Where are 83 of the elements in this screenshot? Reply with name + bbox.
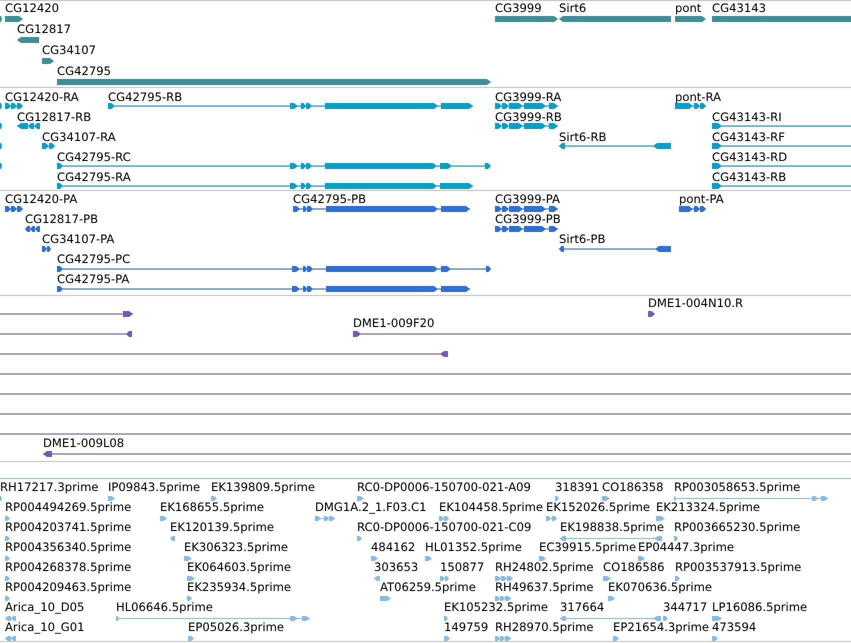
est-name: EP21654.3prime — [613, 621, 710, 634]
est-name: RP004494269.5prime — [5, 501, 132, 514]
est-name: 150877 — [440, 561, 484, 574]
est-name: 484162 — [371, 541, 416, 554]
gene-name: CG42795 — [57, 65, 111, 78]
est-name: RH28970.5prime — [495, 621, 594, 634]
est-name: RP003537913.5prime — [675, 561, 802, 574]
est-name: EK213324.5prime — [656, 501, 760, 514]
est-name: EK104458.5prime — [439, 501, 544, 514]
clone-name: DME1-009L08 — [43, 437, 124, 450]
transcript-name: pont-RA — [675, 91, 722, 104]
est-name: EK064603.5prime — [187, 561, 292, 574]
gene-name: CG12817 — [17, 23, 71, 36]
est-name: 473594 — [712, 621, 756, 634]
est-name: EP05026.3prime — [188, 621, 284, 634]
est-name: 317664 — [560, 601, 604, 614]
est-name: HL01352.5prime — [425, 541, 522, 554]
protein-name: CG12817-PB — [25, 213, 98, 226]
est-name: Arica_10_G01 — [5, 621, 84, 634]
transcript-name: Sirt6-RB — [559, 131, 606, 144]
est-name: HL06646.5prime — [116, 601, 213, 614]
est-name: Arica_10_D05 — [5, 601, 84, 614]
est-name: 303653 — [374, 561, 418, 574]
est-name: RH49637.5prime — [495, 581, 594, 594]
est-name: EK139809.5prime — [211, 481, 316, 494]
est-name: RP004268378.5prime — [5, 561, 132, 574]
est-name: EK105232.5prime — [444, 601, 548, 614]
est-name: RP003058653.5prime — [674, 481, 800, 494]
clone-name: DME1-004N10.R — [648, 297, 744, 310]
transcript-name: CG43143-RB — [712, 171, 786, 184]
gene-name: Sirt6 — [559, 2, 586, 15]
gene-name: CG3999 — [495, 2, 542, 15]
est-name: CO186358 — [602, 481, 664, 494]
transcript-name: CG42795-RA — [57, 171, 131, 184]
protein-name: CG34107-PA — [42, 233, 114, 246]
est-name: EK198838.5prime — [560, 521, 664, 534]
est-name: RH24802.5prime — [495, 561, 594, 574]
est-name: EP04447.3prime — [638, 541, 734, 554]
gene-name: CG12420 — [5, 2, 59, 15]
est-name: DMG1A.2_1.F03.C1 — [315, 501, 427, 514]
transcript-name: CG43143-RF — [712, 131, 785, 144]
est-name: RH17217.3prime — [0, 481, 98, 494]
protein-name: CG42795-PA — [57, 273, 130, 286]
transcript-name: CG42795-RB — [108, 91, 182, 104]
est-name: RP004203741.5prime — [5, 521, 132, 534]
est-name: EK152026.5prime — [546, 501, 650, 514]
protein-name: CG42795-PB — [293, 193, 366, 206]
protein-name: CG3999-PB — [495, 213, 561, 226]
protein-name: pont-PA — [679, 193, 724, 206]
transcript-name: CG34107-RA — [42, 131, 116, 144]
est-name: 318391 — [555, 481, 600, 494]
protein-name: CG3999-PA — [495, 193, 560, 206]
est-name: CO186586 — [603, 561, 664, 574]
est-name: EK120139.5prime — [170, 521, 274, 534]
est-name: EK070636.5prime — [608, 581, 712, 594]
est-name: EK306323.5prime — [184, 541, 288, 554]
est-name: EK235934.5prime — [187, 581, 292, 594]
gene-name: CG43143 — [712, 2, 766, 15]
est-name: EC39915.5prime — [539, 541, 636, 554]
clone-name: DME1-009F20 — [353, 317, 434, 330]
est-name: 344717 — [663, 601, 708, 614]
transcript-name: CG43143-RD — [712, 151, 788, 164]
transcript-name: CG43143-RI — [712, 111, 782, 124]
transcript-name: CG3999-RA — [495, 91, 562, 104]
est-name: LP16086.5prime — [712, 601, 808, 614]
protein-name: Sirt6-PB — [559, 233, 606, 246]
transcript-name: CG12817-RB — [17, 111, 92, 124]
transcript-name: CG12420-RA — [5, 91, 79, 104]
est-name: RP003665230.5prime — [674, 521, 800, 534]
est-name: 149759 — [444, 621, 488, 634]
gene-name: CG34107 — [42, 44, 96, 57]
protein-name: CG42795-PC — [57, 253, 130, 266]
est-name: RC0-DP0006-150700-021-A09 — [357, 481, 531, 494]
transcript-name: CG3999-RB — [495, 111, 562, 124]
est-name: RC0-DP0006-150700-021-C09 — [357, 521, 532, 534]
gene-name: pont — [675, 2, 702, 15]
est-name: IP09843.5prime — [108, 481, 200, 494]
est-name: RP004209463.5prime — [5, 581, 132, 594]
est-name: RP004356340.5prime — [5, 541, 132, 554]
transcript-name: CG42795-RC — [57, 151, 131, 164]
est-name: AT06259.5prime — [380, 581, 476, 594]
protein-name: CG12420-PA — [5, 193, 78, 206]
est-name: EK168655.5prime — [160, 501, 264, 514]
